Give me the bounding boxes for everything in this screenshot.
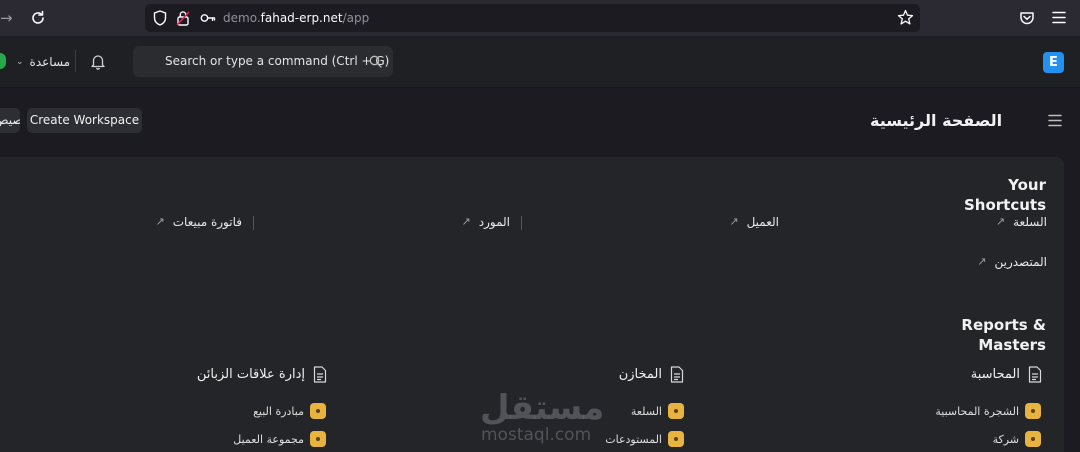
reports-title: Reports & Masters: [961, 316, 1046, 354]
bell-icon[interactable]: [90, 53, 106, 70]
report-link[interactable]: شركة: [992, 431, 1041, 447]
sidebar-toggle-icon[interactable]: [1048, 114, 1062, 127]
watermark-latin: mostaql.com: [481, 425, 592, 445]
create-workspace-button[interactable]: Create Workspace: [27, 108, 142, 133]
arrow-up-right-icon: ↗: [155, 215, 165, 228]
shortcut-label: السلعة: [1013, 215, 1047, 229]
document-icon: [1028, 365, 1042, 383]
document-icon: [313, 365, 327, 383]
shortcut-item[interactable]: فاتورة مبيعات ↗: [152, 213, 242, 231]
url-host: fahad-erp.net: [260, 11, 343, 25]
report-group-title: المحاسبة: [970, 366, 1020, 382]
shortcut-divider: [253, 216, 254, 230]
menu-icon[interactable]: [1052, 11, 1066, 24]
lock-icon[interactable]: [176, 10, 190, 26]
shield-icon[interactable]: [153, 10, 167, 26]
arrow-up-right-icon: ↗: [729, 215, 739, 228]
watermark-arabic: مستقل: [480, 388, 605, 428]
bullet-icon: [310, 403, 326, 419]
report-group-title: إدارة علاقات الزبائن: [196, 366, 305, 382]
customize-button[interactable]: تخصيص: [0, 108, 20, 133]
address-bar[interactable]: demo.fahad-erp.net/app: [145, 4, 920, 32]
url-path: /app: [342, 11, 370, 25]
search-placeholder: Search or type a command (Ctrl + G): [165, 54, 390, 68]
screen: { "browser": { "url_prefix": "demo.", "u…: [0, 0, 1080, 452]
report-link-label: مجموعة العميل: [233, 432, 304, 446]
avatar[interactable]: [0, 53, 6, 69]
search-input[interactable]: Search or type a command (Ctrl + G): [133, 46, 393, 77]
bullet-icon: [668, 431, 684, 447]
shortcut-label: العميل: [746, 215, 779, 229]
shortcuts-title: Your Shortcuts: [963, 176, 1046, 214]
page-title: الصفحة الرئيسية: [870, 111, 1003, 130]
report-group-stock[interactable]: المخازن: [615, 364, 684, 384]
forward-icon[interactable]: →: [0, 9, 16, 27]
help-dropdown[interactable]: ⌄ مساعدة: [16, 54, 70, 70]
shortcut-label: المورد: [478, 215, 510, 229]
bullet-icon: [668, 403, 684, 419]
bullet-icon: [1025, 403, 1041, 419]
document-icon: [670, 365, 684, 383]
pocket-icon[interactable]: [1019, 10, 1035, 26]
arrow-up-right-icon: ↗: [995, 215, 1006, 228]
help-label: مساعدة: [29, 55, 71, 69]
shortcut-item[interactable]: السلعة ↗: [993, 213, 1047, 231]
shortcut-item[interactable]: المورد ↗: [461, 213, 510, 231]
report-link[interactable]: الشجرة المحاسبية: [935, 403, 1041, 419]
report-link[interactable]: مجموعة العميل: [226, 431, 326, 447]
navbar-divider: [75, 50, 76, 72]
arrow-up-right-icon: ↗: [461, 215, 471, 228]
report-link-label: الشجرة المحاسبية: [935, 404, 1019, 418]
report-link[interactable]: السلعة: [627, 403, 684, 419]
report-link-label: السلعة: [630, 404, 662, 418]
report-group-accounting[interactable]: المحاسبة: [965, 364, 1042, 384]
app-logo[interactable]: E: [1043, 52, 1064, 73]
url-prefix: demo.: [223, 11, 261, 25]
bullet-icon: [1025, 431, 1041, 447]
report-link[interactable]: مبادرة البيع: [249, 403, 326, 419]
app-navbar: ⌄ مساعدة Search or type a command (Ctrl …: [0, 36, 1080, 88]
report-group-title: المخازن: [618, 366, 662, 382]
shortcut-label: فاتورة مبيعات: [172, 215, 242, 229]
bullet-icon: [310, 431, 326, 447]
report-link-label: مبادرة البيع: [253, 404, 304, 418]
shortcut-item[interactable]: العميل ↗: [726, 213, 779, 231]
report-link[interactable]: المستودعات: [600, 431, 684, 447]
report-group-crm[interactable]: إدارة علاقات الزبائن: [192, 364, 327, 384]
report-link-label: المستودعات: [605, 432, 662, 446]
search-icon: [369, 55, 382, 68]
report-link-label: شركة: [992, 432, 1019, 446]
star-icon[interactable]: [897, 9, 914, 26]
reload-icon[interactable]: [28, 8, 48, 28]
shortcut-label: المتصدرين: [994, 255, 1047, 269]
arrow-up-right-icon: ↗: [977, 255, 987, 268]
shortcut-item[interactable]: المتصدرين ↗: [973, 253, 1047, 271]
shortcut-divider: [521, 216, 522, 230]
key-icon[interactable]: [200, 11, 216, 25]
browser-toolbar: → demo.fahad-erp.net/app: [0, 0, 1080, 36]
url-text[interactable]: demo.fahad-erp.net/app: [223, 10, 369, 26]
chevron-down-icon: ⌄: [16, 57, 24, 67]
